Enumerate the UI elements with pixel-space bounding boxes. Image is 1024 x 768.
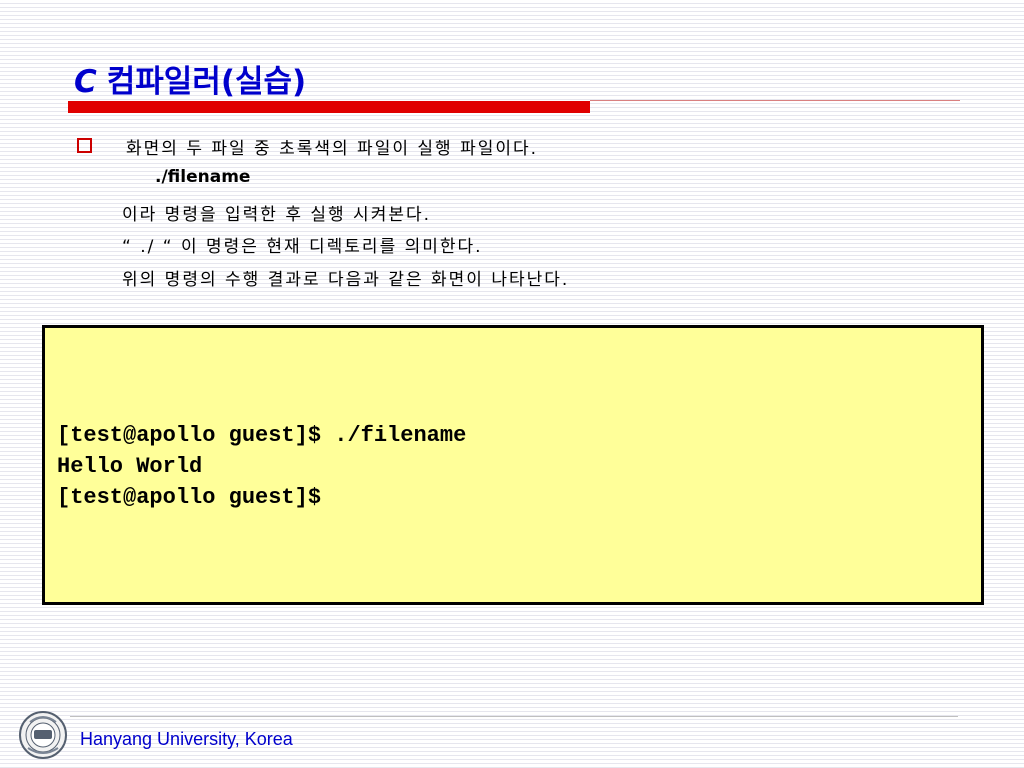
footer-institution: Hanyang University, Korea [80,729,293,749]
hollow-square-bullet-icon [77,138,92,153]
title-accent-bar [68,101,590,113]
instruction-line-3: 위의 명령의 수행 결과로 다음과 같은 화면이 나타난다. [122,270,570,290]
command-text: ./filename [155,167,251,187]
terminal-line: [test@apollo guest]$ ./filename [57,423,467,448]
slide-title: C 컴파일러(실습) [74,56,306,101]
terminal-line: [test@apollo guest]$ [57,485,322,510]
terminal-line: Hello World [57,454,203,479]
title-divider-line [590,100,960,101]
slide-title-c: C [74,64,97,100]
footer-divider [70,716,958,717]
instruction-line-2: “ ./ “ 이 명령은 현재 디렉토리를 의미한다. [122,237,483,257]
slide-title-text: 컴파일러(실습) [106,64,307,100]
bullet-text: 화면의 두 파일 중 초록색의 파일이 실행 파일이다. [126,139,539,159]
terminal-output-box: [test@apollo guest]$ ./filename Hello Wo… [42,325,984,605]
instruction-line-1: 이라 명령을 입력한 후 실행 시켜본다. [122,205,432,225]
university-seal-icon [18,710,68,760]
